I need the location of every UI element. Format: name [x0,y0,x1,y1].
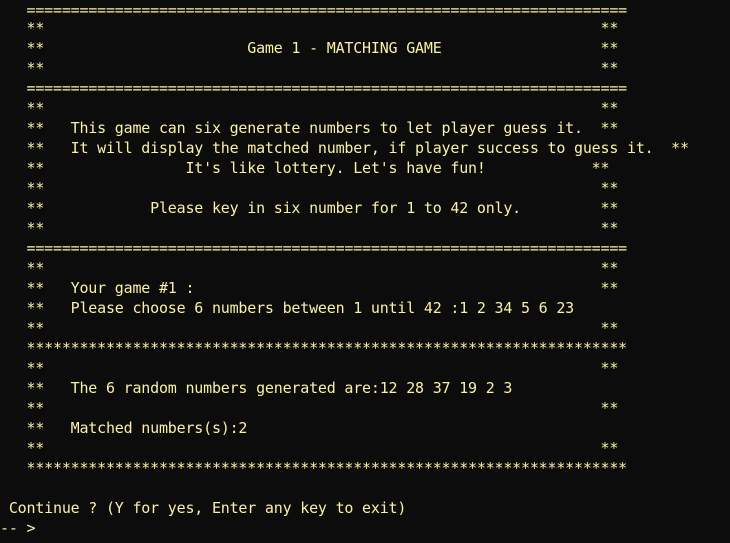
asterisk-separator: ****************************************… [0,339,627,357]
star-border-line: ** ** [0,19,619,37]
description-line-3: ** It's like lottery. Let's have fun! ** [0,159,610,177]
description-line-1: ** This game can six generate numbers to… [0,119,619,137]
star-border-line: ** ** [0,219,619,237]
star-border-line: ** ** [0,259,619,277]
star-border-line: ** ** [0,399,619,417]
description-line-2: ** It will display the matched number, i… [0,139,689,157]
equals-border-line: ========================================… [0,239,627,257]
star-border-line: ** ** [0,99,619,117]
equals-border-line: ========================================… [0,1,627,19]
console-window: ========================================… [0,0,730,543]
star-border-line: ** ** [0,439,619,457]
instruction-line: ** Please key in six number for 1 to 42 … [0,199,619,217]
asterisk-separator: ****************************************… [0,459,627,477]
matched-numbers-line: ** Matched numbers(s):2 [0,419,248,437]
player-input-line: ** Please choose 6 numbers between 1 unt… [0,299,574,317]
star-border-line: ** ** [0,359,619,377]
star-border-line: ** ** [0,179,619,197]
equals-border-line: ========================================… [0,79,627,97]
continue-prompt: Continue ? (Y for yes, Enter any key to … [0,499,407,517]
star-border-line: ** ** [0,319,619,337]
star-border-line: ** ** [0,59,619,77]
random-numbers-line: ** The 6 random numbers generated are:12… [0,379,513,397]
input-prompt[interactable]: -- > [0,518,36,538]
game-title-line: ** Game 1 - MATCHING GAME ** [0,39,619,57]
game-number-line: ** Your game #1 : ** [0,279,619,297]
